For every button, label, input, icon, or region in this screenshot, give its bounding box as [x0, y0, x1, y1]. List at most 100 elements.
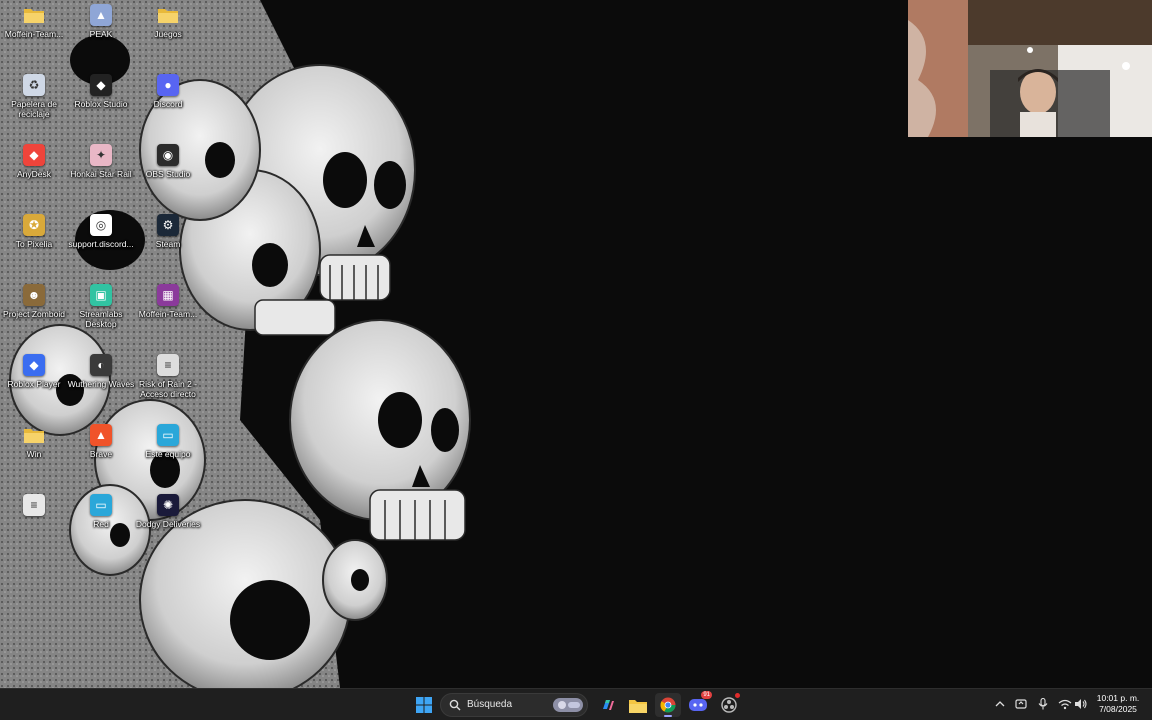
winrar-icon: ▦	[157, 284, 179, 306]
copilot-taskbar-button[interactable]	[595, 693, 621, 717]
desktop-icon-label: OBS Studio	[145, 169, 191, 179]
recording-dot-icon	[735, 693, 740, 698]
wifi-icon	[1058, 699, 1072, 709]
desktop-icon-label: Streamlabs Desktop	[79, 309, 123, 329]
desktop-icon-label: PEAK	[89, 29, 113, 39]
chrome-taskbar-button[interactable]	[655, 693, 681, 717]
sync-tray-button[interactable]	[1014, 697, 1028, 711]
discord-icon: ●	[157, 74, 179, 96]
obs-studio-icon: ◉	[157, 144, 179, 166]
desktop-icon-label: Papelera de reciclaje	[11, 99, 57, 119]
webcam-overlay	[908, 0, 1152, 137]
desktop-icon-folder[interactable]: Win	[0, 420, 68, 486]
desktop-icon-brave[interactable]: ▲ Brave	[67, 420, 135, 486]
desktop-icon-label: Discord	[153, 99, 183, 109]
desktop-icon-discord[interactable]: ● Discord	[134, 70, 202, 136]
volume-tray-button[interactable]	[1074, 697, 1088, 711]
chrome-shortcut-icon: ◎	[90, 214, 112, 236]
desktop-icon-to-pixelia[interactable]: ✪ To Pixelia	[0, 210, 68, 276]
desktop-icon-label: Steam	[155, 239, 181, 249]
folder-icon	[23, 424, 45, 446]
project-zomboid-icon: ☻	[23, 284, 45, 306]
desktop-icon-obs-studio[interactable]: ◉ OBS Studio	[134, 140, 202, 206]
start-button[interactable]	[411, 693, 437, 717]
discord-taskbar-button[interactable]: 91	[685, 691, 712, 717]
discord-notification-badge: 91	[701, 691, 712, 699]
desktop-icon-label: To Pixelia	[15, 239, 53, 249]
windows-logo-icon	[416, 697, 432, 713]
desktop-icon-roblox-player[interactable]: ◆ Roblox Player	[0, 350, 68, 416]
anydesk-icon: ◆	[23, 144, 45, 166]
risk-of-rain-icon: ≡	[157, 354, 179, 376]
taskbar-clock[interactable]: 10:01 p. m. 7/08/2025	[1090, 693, 1146, 715]
text-file-icon: ≡	[23, 494, 45, 516]
this-pc-icon: ▭	[157, 424, 179, 446]
desktop-icon-chrome-shortcut[interactable]: ◎ support.discord...	[67, 210, 135, 276]
desktop-icon-label: Red	[93, 519, 109, 529]
network-tray-button[interactable]	[1058, 697, 1072, 711]
desktop-icon-peak-game[interactable]: ▲ PEAK	[67, 0, 135, 66]
microphone-icon	[1038, 698, 1048, 710]
desktop-icon-label: Roblox Player	[7, 379, 61, 389]
file-explorer-taskbar-button[interactable]	[625, 693, 651, 717]
desktop-icon-winrar[interactable]: ▦ Moffein-Team...	[134, 280, 202, 346]
chevron-up-icon	[995, 701, 1005, 707]
roblox-studio-icon: ◆	[90, 74, 112, 96]
steam-icon: ⚙	[157, 214, 179, 236]
desktop-icon-this-pc[interactable]: ▭ Este equipo	[134, 420, 202, 486]
active-window-indicator	[664, 715, 672, 717]
desktop-icon-roblox-studio[interactable]: ◆ Roblox Studio	[67, 70, 135, 136]
desktop-icon-project-zomboid[interactable]: ☻ Project Zomboid	[0, 280, 68, 346]
discord-icon	[689, 699, 707, 711]
desktop-icon-steam[interactable]: ⚙ Steam	[134, 210, 202, 276]
copilot-icon	[603, 700, 614, 710]
webcam-feed-image	[908, 0, 1152, 137]
desktop-icon-honkai-star-rail[interactable]: ✦ Honkai Star Rail	[67, 140, 135, 206]
obs-studio-icon	[721, 697, 737, 713]
obs-taskbar-button[interactable]	[716, 693, 742, 717]
desktop-icon-text-file[interactable]: ≡	[0, 490, 68, 556]
desktop-icon-wuthering-waves[interactable]: ◐ Wuthering Waves	[67, 350, 135, 416]
desktop-icon-folder[interactable]: Juegos	[134, 0, 202, 66]
dodgy-deliveries-icon: ✺	[157, 494, 179, 516]
show-hidden-icons-button[interactable]	[993, 697, 1007, 711]
network-icon: ▭	[90, 494, 112, 516]
to-pixelia-icon: ✪	[23, 214, 45, 236]
roblox-player-icon: ◆	[23, 354, 45, 376]
speaker-icon	[1075, 699, 1087, 709]
clock-time: 10:01 p. m.	[1096, 693, 1140, 703]
desktop-icon-streamlabs[interactable]: ▣ Streamlabs Desktop	[67, 280, 135, 346]
wuthering-waves-icon: ◐	[90, 354, 112, 376]
desktop-icon-network[interactable]: ▭ Red	[67, 490, 135, 556]
peak-game-icon: ▲	[90, 4, 112, 26]
desktop-icon-label: Moffein-Team...	[4, 29, 64, 39]
desktop-icon-label: Honkai Star Rail	[70, 169, 132, 179]
desktop-icon-label: support.discord...	[68, 239, 134, 249]
search-highlight-icon	[553, 698, 583, 712]
streamlabs-icon: ▣	[90, 284, 112, 306]
desktop-icon-anydesk[interactable]: ◆ AnyDesk	[0, 140, 68, 206]
desktop-icon-label: Wuthering Waves	[67, 379, 135, 389]
taskbar-search-box[interactable]: Búsqueda	[440, 693, 588, 717]
desktop-icon-label: Risk of Rain 2 - Acceso directo	[138, 379, 198, 399]
desktop-icon-risk-of-rain[interactable]: ≡ Risk of Rain 2 - Acceso directo	[134, 350, 202, 416]
microphone-tray-button[interactable]	[1036, 697, 1050, 711]
taskbar: Búsqueda 91 10:01 p. m. 7/08/2025	[0, 688, 1152, 720]
brave-icon: ▲	[90, 424, 112, 446]
desktop-icon-label: Win	[26, 449, 42, 459]
desktop-icon-label: Project Zomboid	[3, 309, 65, 319]
desktop-icon-label: Brave	[89, 449, 113, 459]
recycle-bin-icon: ♻	[23, 74, 45, 96]
search-icon	[449, 699, 461, 711]
desktop-icon-label: AnyDesk	[16, 169, 51, 179]
desktop-icon-label: Moffein-Team...	[138, 309, 198, 319]
sync-icon	[1015, 699, 1027, 709]
desktop-icon-recycle-bin[interactable]: ♻ Papelera de reciclaje	[0, 70, 68, 136]
desktop-icon-label: Roblox Studio	[74, 99, 128, 109]
desktop-icon-dodgy-deliveries[interactable]: ✺ Dodgy Deliveries	[134, 490, 202, 556]
search-placeholder: Búsqueda	[467, 699, 513, 710]
folder-icon	[23, 4, 45, 26]
folder-icon	[157, 4, 179, 26]
desktop-icon-folder[interactable]: Moffein-Team...	[0, 0, 68, 66]
folder-icon	[629, 699, 647, 713]
